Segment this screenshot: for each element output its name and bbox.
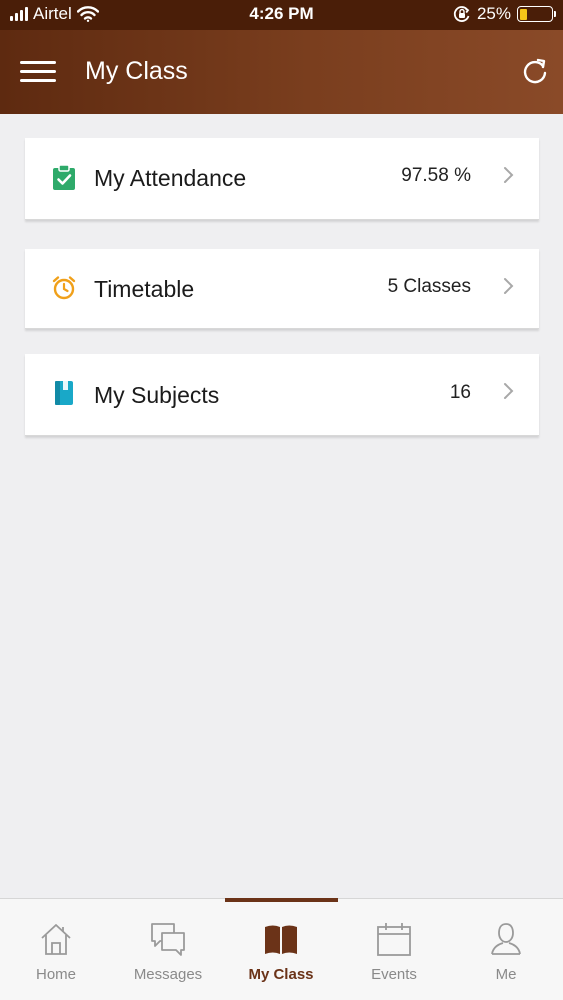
chevron-right-icon bbox=[504, 278, 514, 294]
nav-me[interactable]: Me bbox=[450, 899, 562, 1000]
refresh-icon[interactable] bbox=[521, 57, 549, 85]
card-value: 5 Classes bbox=[387, 276, 471, 297]
page-title: My Class bbox=[85, 57, 188, 85]
nav-messages[interactable]: Messages bbox=[112, 899, 224, 1000]
calendar-icon bbox=[377, 923, 411, 956]
home-icon bbox=[41, 924, 71, 955]
nav-label: Events bbox=[371, 966, 417, 983]
nav-events[interactable]: Events bbox=[338, 899, 450, 1000]
menu-button[interactable] bbox=[20, 61, 56, 83]
chevron-right-icon bbox=[504, 383, 514, 399]
alarm-clock-icon bbox=[52, 276, 76, 300]
chevron-right-icon bbox=[504, 167, 514, 183]
app-header: My Class bbox=[0, 30, 563, 114]
card-label: My Subjects bbox=[94, 382, 220, 408]
status-bar: Airtel 4:26 PM 25% bbox=[0, 0, 563, 30]
status-right: 25% bbox=[453, 4, 556, 24]
open-book-icon bbox=[265, 925, 297, 954]
nav-label: Me bbox=[495, 966, 517, 983]
battery-percent: 25% bbox=[476, 4, 511, 23]
battery-level bbox=[519, 8, 528, 20]
nav-label: Home bbox=[35, 966, 76, 983]
card-label: Timetable bbox=[94, 276, 195, 302]
card-value: 16 bbox=[449, 382, 471, 403]
messages-icon bbox=[151, 923, 185, 956]
bottom-nav: Home Messages My Class Events Me bbox=[0, 898, 563, 1000]
nav-my-class[interactable]: My Class bbox=[225, 899, 337, 1000]
user-icon bbox=[491, 923, 521, 955]
clipboard-check-icon bbox=[53, 165, 75, 190]
nav-home[interactable]: Home bbox=[0, 899, 112, 1000]
book-icon bbox=[55, 381, 73, 405]
orientation-lock-icon bbox=[453, 6, 470, 22]
attendance-card[interactable]: My Attendance 97.58 % bbox=[25, 138, 539, 220]
battery-icon bbox=[517, 6, 556, 22]
card-value: 97.58 % bbox=[401, 165, 471, 186]
nav-label: My Class bbox=[248, 966, 314, 983]
timetable-card[interactable]: Timetable 5 Classes bbox=[25, 249, 539, 329]
subjects-card[interactable]: My Subjects 16 bbox=[25, 354, 539, 436]
nav-label: Messages bbox=[133, 966, 203, 983]
card-label: My Attendance bbox=[94, 165, 247, 191]
